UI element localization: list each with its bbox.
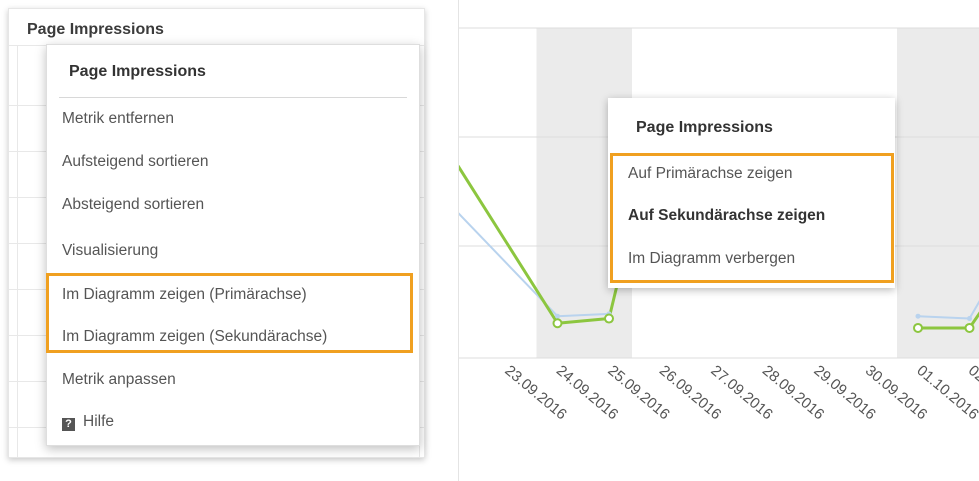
data-point bbox=[604, 313, 614, 324]
data-point bbox=[555, 313, 560, 319]
highlight-box-diagram-options bbox=[46, 273, 413, 353]
menu-item-help-label: Hilfe bbox=[83, 413, 115, 430]
data-point bbox=[913, 322, 923, 333]
popup-item-secondary-axis[interactable]: Auf Sekundärachse zeigen bbox=[628, 207, 825, 225]
popup-item-primary-axis[interactable]: Auf Primärachse zeigen bbox=[628, 165, 793, 183]
data-point bbox=[967, 316, 972, 322]
menu-divider bbox=[59, 97, 407, 98]
popup-title: Page Impressions bbox=[636, 119, 773, 136]
data-point bbox=[964, 322, 975, 333]
table-column-header[interactable]: Page Impressions bbox=[9, 9, 424, 45]
data-point bbox=[915, 313, 921, 319]
menu-item-sort-ascending[interactable]: Aufsteigend sortieren bbox=[62, 153, 208, 171]
data-point bbox=[552, 318, 563, 329]
column-title: Page Impressions bbox=[27, 21, 164, 38]
menu-item-customize-metric[interactable]: Metrik anpassen bbox=[62, 371, 176, 389]
popup-item-hide-in-chart[interactable]: Im Diagramm verbergen bbox=[628, 250, 795, 268]
context-menu-title: Page Impressions bbox=[69, 63, 206, 80]
help-icon: ? bbox=[62, 418, 75, 431]
weekend-band bbox=[897, 28, 979, 358]
menu-item-sort-descending[interactable]: Absteigend sortieren bbox=[62, 196, 204, 214]
menu-item-remove-metric[interactable]: Metrik entfernen bbox=[62, 110, 174, 128]
table-grid-line bbox=[17, 45, 18, 457]
menu-item-visualization[interactable]: Visualisierung bbox=[62, 242, 158, 260]
menu-item-help[interactable]: ? Hilfe bbox=[62, 413, 114, 431]
